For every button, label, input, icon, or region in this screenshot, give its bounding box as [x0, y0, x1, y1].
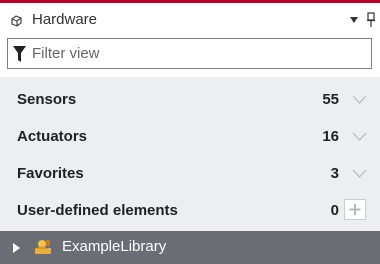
- list-item-label: Sensors: [17, 91, 77, 108]
- list-item-label: Actuators: [17, 128, 88, 145]
- list-item-label: Favorites: [17, 165, 84, 182]
- plus-icon: [349, 204, 361, 215]
- expand-arrow-icon[interactable]: [13, 243, 20, 253]
- library-label: ExampleLibrary: [62, 238, 167, 255]
- filter-view-input[interactable]: Filter view: [7, 38, 372, 69]
- hardware-icon: [11, 15, 22, 27]
- library-user-icon: [35, 240, 51, 254]
- hardware-panel: Hardware Filter view Sensors 55 Actuator…: [0, 0, 380, 264]
- library-row-examplelibrary[interactable]: ExampleLibrary: [0, 231, 380, 264]
- chevron-down-icon[interactable]: [352, 95, 367, 104]
- funnel-icon: [13, 46, 26, 62]
- list-item-actuators[interactable]: Actuators 16: [0, 118, 380, 155]
- category-list: Sensors 55 Actuators 16 Favorites 3 User…: [0, 77, 380, 231]
- add-element-button[interactable]: [344, 199, 366, 220]
- list-item-count: 55: [322, 91, 339, 108]
- dropdown-arrow-icon[interactable]: [349, 16, 359, 24]
- pin-icon[interactable]: [367, 12, 375, 28]
- list-item-sensors[interactable]: Sensors 55: [0, 81, 380, 118]
- panel-title: Hardware: [32, 11, 98, 28]
- list-item-label: User-defined elements: [17, 202, 178, 219]
- list-item-count: 3: [330, 165, 339, 182]
- list-item-count: 16: [322, 128, 339, 145]
- list-item-user-defined-elements[interactable]: User-defined elements 0: [0, 192, 380, 229]
- list-item-count: 0: [330, 202, 339, 219]
- chevron-down-icon[interactable]: [352, 169, 367, 178]
- filter-placeholder: Filter view: [32, 45, 100, 62]
- chevron-down-icon[interactable]: [352, 132, 367, 141]
- panel-header: Hardware: [0, 3, 380, 37]
- list-item-favorites[interactable]: Favorites 3: [0, 155, 380, 192]
